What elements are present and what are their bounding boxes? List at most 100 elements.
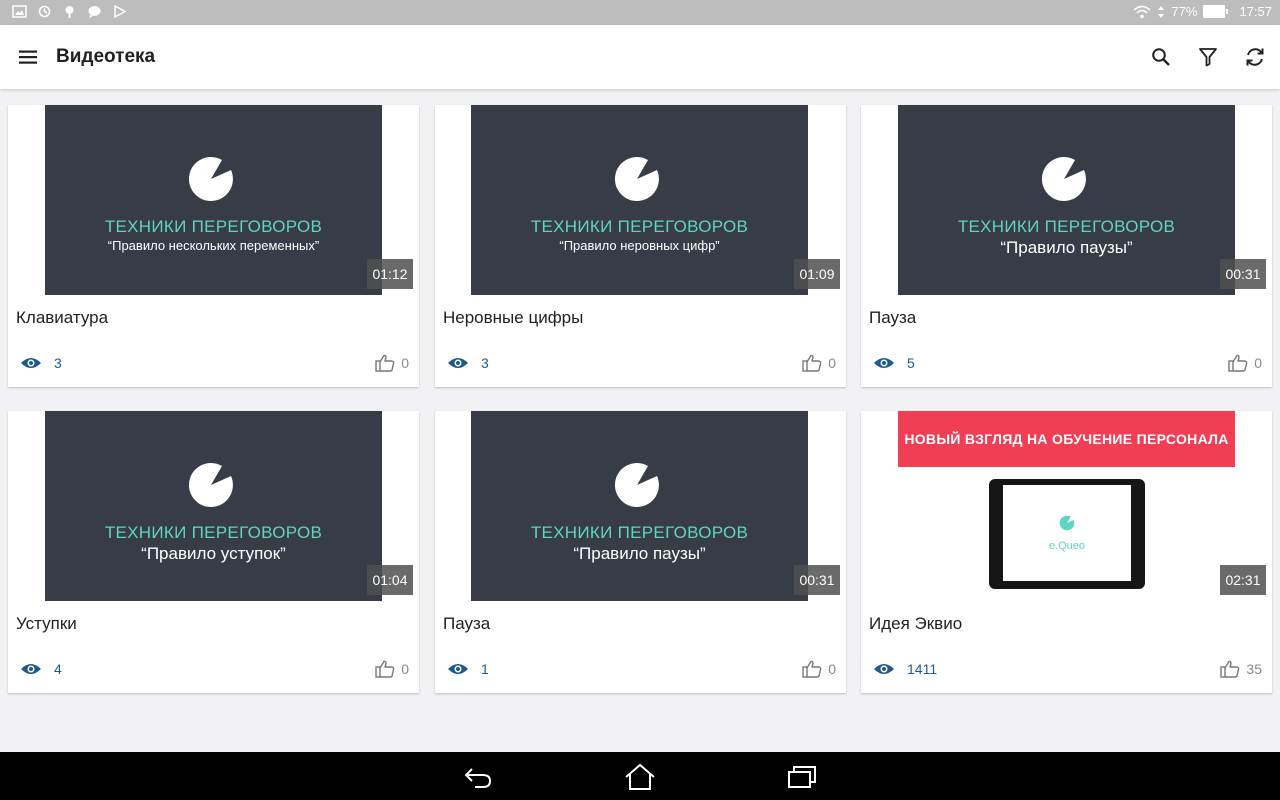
duration-badge: 01:12 [367, 259, 413, 289]
wifi-icon [1133, 5, 1151, 18]
likes-value: 0 [401, 355, 409, 371]
duration-badge: 00:31 [1220, 259, 1266, 289]
menu-icon [19, 50, 37, 64]
filter-button[interactable] [1194, 43, 1222, 71]
like-button[interactable]: 0 [375, 660, 409, 678]
thumbnail-subtitle: “Правило нескольких переменных” [107, 238, 320, 253]
thumbnail-title: ТЕХНИКИ ПЕРЕГОВОРОВ [530, 523, 749, 542]
equeo-logo-icon [188, 462, 233, 507]
status-bar: 77% 17:57 [0, 0, 1280, 25]
like-button[interactable]: 35 [1220, 660, 1262, 678]
recents-icon [788, 766, 816, 788]
likes-value: 0 [1254, 355, 1262, 371]
video-card[interactable]: НОВЫЙ ВЗГЛЯД НА ОБУЧЕНИЕ ПЕРСОНАЛА e.Que… [861, 411, 1272, 693]
duration-badge: 00:31 [794, 565, 840, 595]
clock: 17:57 [1239, 4, 1272, 19]
data-arrows-icon [1158, 5, 1165, 18]
eye-icon [874, 664, 894, 674]
video-thumbnail[interactable]: ТЕХНИКИ ПЕРЕГОВОРОВ “Правило нескольких … [45, 105, 382, 295]
thumbs-up-icon [375, 660, 395, 678]
equeo-logo-icon [1041, 156, 1086, 201]
eye-icon [874, 358, 894, 368]
likes-value: 0 [828, 355, 836, 371]
like-button[interactable]: 0 [802, 660, 836, 678]
search-button[interactable] [1147, 43, 1175, 71]
likes-value: 0 [401, 661, 409, 677]
video-thumbnail[interactable]: ТЕХНИКИ ПЕРЕГОВОРОВ “Правило неровных ци… [471, 105, 808, 295]
refresh-button[interactable] [1241, 43, 1269, 71]
equeo-logo-icon [614, 156, 659, 201]
search-icon [1152, 48, 1170, 66]
views-count: 3 [20, 355, 62, 371]
play-store-notification-icon [114, 5, 127, 18]
menu-button[interactable] [12, 45, 44, 69]
recents-button[interactable] [786, 762, 818, 792]
home-button[interactable] [624, 762, 656, 792]
video-thumbnail[interactable]: ТЕХНИКИ ПЕРЕГОВОРОВ “Правило паузы” [898, 105, 1235, 295]
back-button[interactable] [462, 762, 494, 792]
eye-icon [448, 358, 468, 368]
video-title[interactable]: Идея Эквио [869, 614, 962, 634]
video-title[interactable]: Уступки [16, 614, 77, 634]
video-title[interactable]: Неровные цифры [443, 308, 583, 328]
home-icon [625, 763, 655, 790]
like-button[interactable]: 0 [375, 354, 409, 372]
views-value: 3 [481, 355, 489, 371]
battery-percent: 77% [1171, 4, 1198, 19]
thumbs-up-icon [802, 354, 822, 372]
equeo-logo-icon [614, 462, 659, 507]
eye-icon [448, 664, 468, 674]
views-count: 1411 [873, 661, 937, 677]
duration-badge: 01:04 [367, 565, 413, 595]
android-notification-icon [65, 6, 74, 18]
views-value: 5 [907, 355, 915, 371]
thumbnail-subtitle: “Правило паузы” [1000, 238, 1133, 257]
duration-badge: 02:31 [1220, 565, 1266, 595]
views-count: 1 [447, 661, 489, 677]
thumbnail-subtitle: “Правило неровных цифр” [559, 238, 720, 253]
video-thumbnail[interactable]: НОВЫЙ ВЗГЛЯД НА ОБУЧЕНИЕ ПЕРСОНАЛА e.Que… [898, 411, 1235, 601]
video-title[interactable]: Пауза [443, 614, 490, 634]
duration-badge: 01:09 [794, 259, 840, 289]
chat-notification-icon [88, 6, 101, 18]
views-count: 3 [447, 355, 489, 371]
thumbs-up-icon [375, 354, 395, 372]
like-button[interactable]: 0 [1228, 354, 1262, 372]
system-nav-bar [0, 752, 1280, 800]
thumbnail-subtitle: “Правило паузы” [573, 544, 706, 563]
likes-value: 35 [1246, 661, 1262, 677]
notification-icons [12, 5, 127, 18]
video-title[interactable]: Клавиатура [16, 308, 108, 328]
thumbnail-title: ТЕХНИКИ ПЕРЕГОВОРОВ [530, 217, 749, 236]
video-card[interactable]: ТЕХНИКИ ПЕРЕГОВОРОВ “Правило паузы” 00:3… [435, 411, 846, 693]
promo-banner: НОВЫЙ ВЗГЛЯД НА ОБУЧЕНИЕ ПЕРСОНАЛА [898, 411, 1235, 467]
likes-value: 0 [828, 661, 836, 677]
filter-icon [1199, 48, 1217, 67]
back-icon [464, 768, 492, 788]
thumbs-up-icon [1220, 660, 1240, 678]
video-card[interactable]: ТЕХНИКИ ПЕРЕГОВОРОВ “Правило паузы” 00:3… [861, 105, 1272, 387]
views-value: 1 [481, 661, 489, 677]
views-value: 4 [54, 661, 62, 677]
page-title: Видеотека [56, 46, 156, 67]
video-card[interactable]: ТЕХНИКИ ПЕРЕГОВОРОВ “Правило неровных ци… [435, 105, 846, 387]
thumbnail-subtitle: “Правило уступок” [141, 544, 286, 563]
thumbnail-title: ТЕХНИКИ ПЕРЕГОВОРОВ [104, 217, 323, 236]
video-thumbnail[interactable]: ТЕХНИКИ ПЕРЕГОВОРОВ “Правило уступок” [45, 411, 382, 601]
app-bar: Видеотека [0, 25, 1280, 89]
video-title[interactable]: Пауза [869, 308, 916, 328]
video-thumbnail[interactable]: ТЕХНИКИ ПЕРЕГОВОРОВ “Правило паузы” [471, 411, 808, 601]
tablet-image: e.Queo [989, 479, 1145, 589]
video-card[interactable]: ТЕХНИКИ ПЕРЕГОВОРОВ “Правило нескольких … [8, 105, 419, 387]
video-card[interactable]: ТЕХНИКИ ПЕРЕГОВОРОВ “Правило уступок” 01… [8, 411, 419, 693]
equeo-logo-icon [1059, 515, 1075, 531]
like-button[interactable]: 0 [802, 354, 836, 372]
views-value: 1411 [907, 661, 938, 677]
eye-icon [21, 358, 41, 368]
views-count: 5 [873, 355, 915, 371]
views-value: 3 [54, 355, 62, 371]
system-status: 77% 17:57 [1133, 4, 1272, 19]
sync-notification-icon [38, 5, 51, 18]
battery-icon [1203, 5, 1229, 18]
thumbs-up-icon [1228, 354, 1248, 372]
